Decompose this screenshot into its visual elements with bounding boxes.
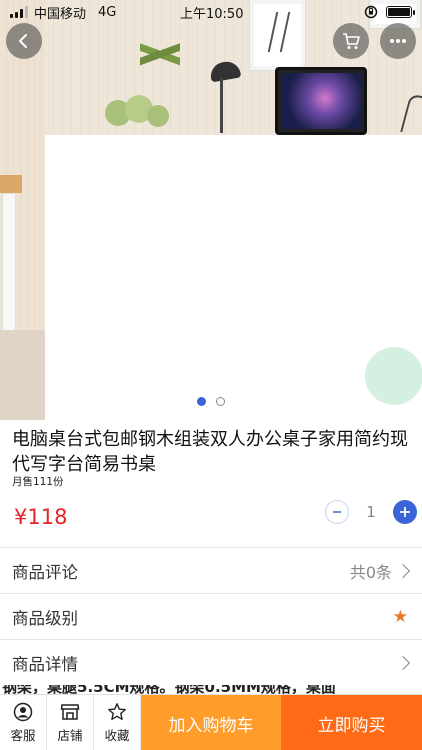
store-button[interactable]: 店铺 xyxy=(47,695,94,750)
battery-icon xyxy=(386,6,415,18)
carousel-dot[interactable] xyxy=(216,397,225,406)
image-monitor xyxy=(275,67,367,135)
clock: 上午10:50 xyxy=(180,6,244,22)
chevron-left-icon xyxy=(19,34,27,48)
more-button[interactable] xyxy=(380,23,416,59)
screen: 中国移动 4G 上午10:50 电脑桌台式包邮钢木组装双人办公桌子家用简约现代写… xyxy=(0,0,422,750)
increase-quantity-button[interactable] xyxy=(393,500,417,524)
more-horizontal-icon xyxy=(390,39,406,43)
buy-now-button[interactable]: 立即购买 xyxy=(281,695,422,750)
customer-service-label: 客服 xyxy=(10,728,36,743)
star-icon: ★ xyxy=(392,606,408,627)
orientation-lock-icon xyxy=(364,5,378,19)
level-rating: ★ xyxy=(393,607,408,627)
monthly-sales: 月售111份 xyxy=(12,476,64,488)
decrease-quantity-button[interactable] xyxy=(325,500,349,524)
star-outline-icon xyxy=(107,702,127,722)
quantity-stepper: 1 xyxy=(325,500,417,524)
chevron-right-icon xyxy=(395,655,411,670)
reviews-label: 商品评论 xyxy=(12,562,78,582)
level-label: 商品级别 xyxy=(12,608,78,628)
plus-icon xyxy=(400,507,410,517)
back-button[interactable] xyxy=(6,23,42,59)
image-desk-edge xyxy=(0,175,22,193)
bottom-action-bar: 客服 店铺 收藏 加入购物车 立即购买 xyxy=(0,694,422,750)
add-to-cart-button[interactable]: 加入购物车 xyxy=(141,695,281,750)
shopping-cart-icon xyxy=(343,33,360,49)
image-lamp-pole xyxy=(220,78,223,133)
product-price: ¥118 xyxy=(14,505,68,529)
quantity-value: 1 xyxy=(366,503,376,521)
favorite-label: 收藏 xyxy=(104,728,130,743)
image-plant-balls xyxy=(105,95,175,135)
cart-button[interactable] xyxy=(333,23,369,59)
reviews-count: 共0条 xyxy=(349,562,392,582)
image-floor xyxy=(0,330,45,420)
status-bar: 中国移动 4G 上午10:50 xyxy=(0,0,422,24)
customer-service-button[interactable]: 客服 xyxy=(0,695,47,750)
image-desk-leg xyxy=(2,193,16,343)
product-level-row: 商品级别 ★ xyxy=(0,593,422,639)
network-type: 4G xyxy=(98,4,117,20)
product-details-row[interactable]: 商品详情 xyxy=(0,639,422,685)
details-arrow xyxy=(395,655,411,670)
signal-icon xyxy=(10,6,28,18)
store-icon xyxy=(60,702,80,722)
image-plant xyxy=(140,20,180,100)
customer-service-icon xyxy=(13,702,33,722)
carousel-dot-active[interactable] xyxy=(197,397,206,406)
minus-icon xyxy=(333,511,341,513)
chevron-right-icon xyxy=(395,563,411,578)
status-right xyxy=(364,5,415,19)
status-left: 中国移动 4G xyxy=(10,3,116,22)
image-lamp xyxy=(208,59,242,83)
favorite-button[interactable]: 收藏 xyxy=(94,695,141,750)
product-reviews-row[interactable]: 商品评论 共0条 xyxy=(0,547,422,593)
carousel-indicator xyxy=(0,397,422,406)
image-decoration xyxy=(400,93,422,135)
carrier-name: 中国移动 xyxy=(34,6,87,22)
reviews-summary: 共0条 xyxy=(349,559,411,583)
details-label: 商品详情 xyxy=(12,654,78,674)
product-title: 电脑桌台式包邮钢木组装双人办公桌子家用简约现代写字台简易书桌 xyxy=(12,429,408,475)
store-label: 店铺 xyxy=(57,728,83,743)
product-image-carousel[interactable] xyxy=(0,0,422,420)
